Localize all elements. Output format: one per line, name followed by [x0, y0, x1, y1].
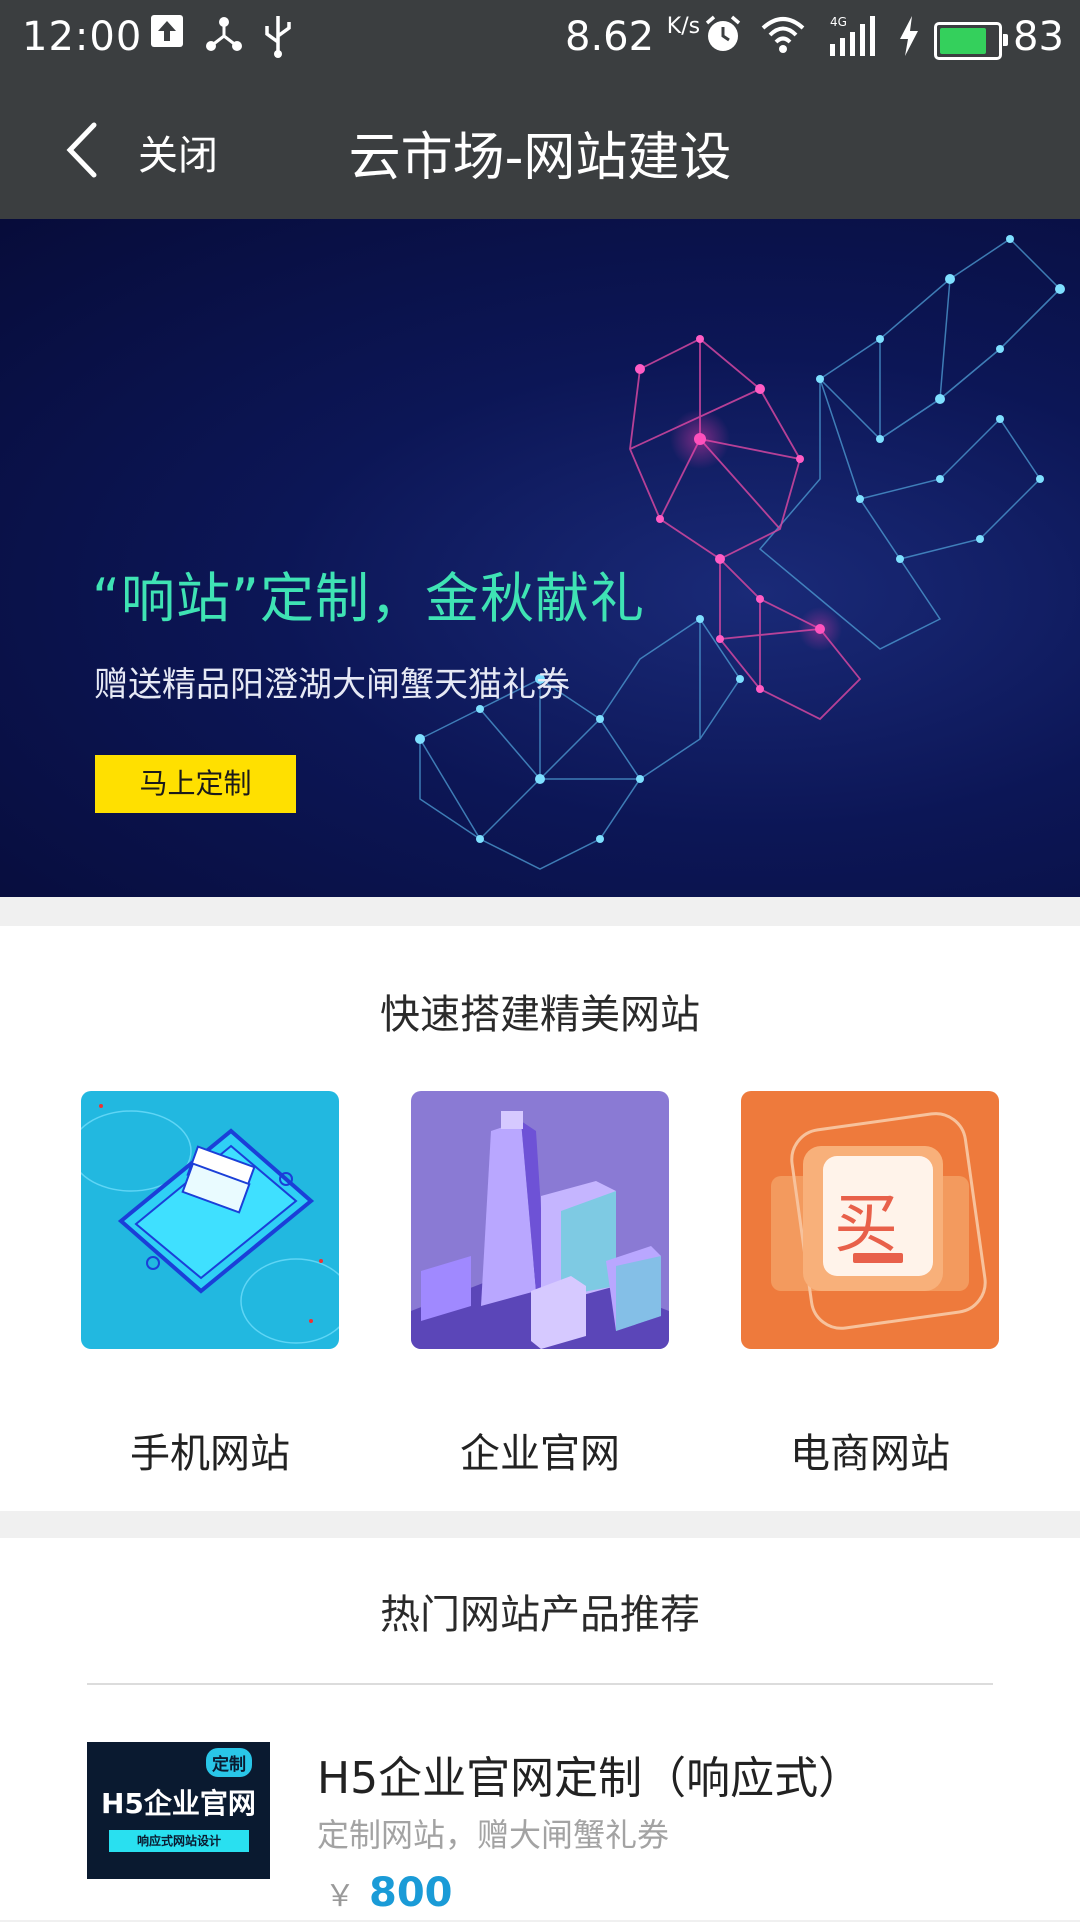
section-title-hot-products: 热门网站产品推荐 [380, 1592, 700, 1638]
battery-level-fill [940, 28, 986, 54]
battery-percent: 83 [1013, 14, 1064, 60]
tile-label-mobile-site: 手机网站 [130, 1431, 290, 1477]
battery-icon [934, 22, 1008, 60]
banner-subtitle: 赠送精品阳澄湖大闸蟹天猫礼券 [94, 665, 570, 705]
product-subtitle: 定制网站，赠大闸蟹礼券 [317, 1816, 670, 1854]
quick-build-section: 快速搭建精美网站 手机网站 企业官网 买 电商网站 [0, 926, 1080, 1511]
customize-now-button[interactable]: 马上定制 [95, 755, 296, 813]
tile-enterprise-site[interactable]: 企业官网 [411, 1091, 669, 1477]
promo-banner[interactable]: “响站”定制，金秋献礼 赠送精品阳澄湖大闸蟹天猫礼券 马上定制 [0, 219, 1080, 897]
product-item[interactable]: 定制 H5企业官网 响应式网站设计 H5企业官网定制（响应式） 定制网站，赠大闸… [87, 1742, 993, 1922]
svg-text:4G: 4G [830, 15, 847, 29]
alarm-icon [705, 15, 741, 51]
product-thumbnail-tag: 定制 [206, 1748, 252, 1777]
network-speed-value: 8.62 [565, 14, 655, 60]
enterprise-site-illustration [411, 1091, 669, 1349]
tile-ecommerce-site[interactable]: 买 电商网站 [741, 1091, 999, 1477]
banner-headline: “响站”定制，金秋献礼 [92, 567, 645, 630]
buy-character-art: 买 [834, 1188, 898, 1262]
currency-symbol: ￥ [325, 1879, 355, 1914]
wifi-icon [761, 17, 805, 53]
network-speed: 8.62 K/s [565, 14, 700, 60]
product-title: H5企业官网定制（响应式） [317, 1753, 863, 1804]
product-thumbnail: 定制 H5企业官网 响应式网站设计 [87, 1742, 270, 1879]
section-title-quick-build: 快速搭建精美网站 [380, 992, 700, 1038]
section-divider [87, 1683, 993, 1685]
page-title: 云市场-网站建设 [348, 128, 732, 188]
product-price: ￥ 800 [325, 1870, 453, 1916]
upload-icon [151, 15, 183, 47]
tile-mobile-site[interactable]: 手机网站 [81, 1091, 339, 1477]
hot-products-section: 热门网站产品推荐 定制 H5企业官网 响应式网站设计 H5企业官网定制（响应式）… [0, 1538, 1080, 1920]
4g-signal-icon: 4G [830, 15, 875, 56]
tile-label-enterprise-site: 企业官网 [460, 1431, 620, 1477]
price-value: 800 [369, 1870, 453, 1916]
tile-label-ecommerce-site: 电商网站 [790, 1431, 950, 1477]
status-bar: 12:00 8.62 K/s 4G 83 [0, 0, 1080, 75]
product-thumbnail-caption: 响应式网站设计 [109, 1830, 249, 1852]
usb-icon [265, 16, 291, 58]
share-icon [206, 17, 242, 51]
charging-icon [900, 16, 918, 56]
status-time: 12:00 [22, 14, 143, 60]
network-speed-unit: K/s [666, 14, 701, 39]
product-thumbnail-title: H5企业官网 [101, 1787, 256, 1820]
ecommerce-site-illustration: 买 [741, 1091, 999, 1349]
mobile-site-illustration [81, 1091, 339, 1349]
nav-bar: 关闭 云市场-网站建设 [0, 75, 1080, 219]
